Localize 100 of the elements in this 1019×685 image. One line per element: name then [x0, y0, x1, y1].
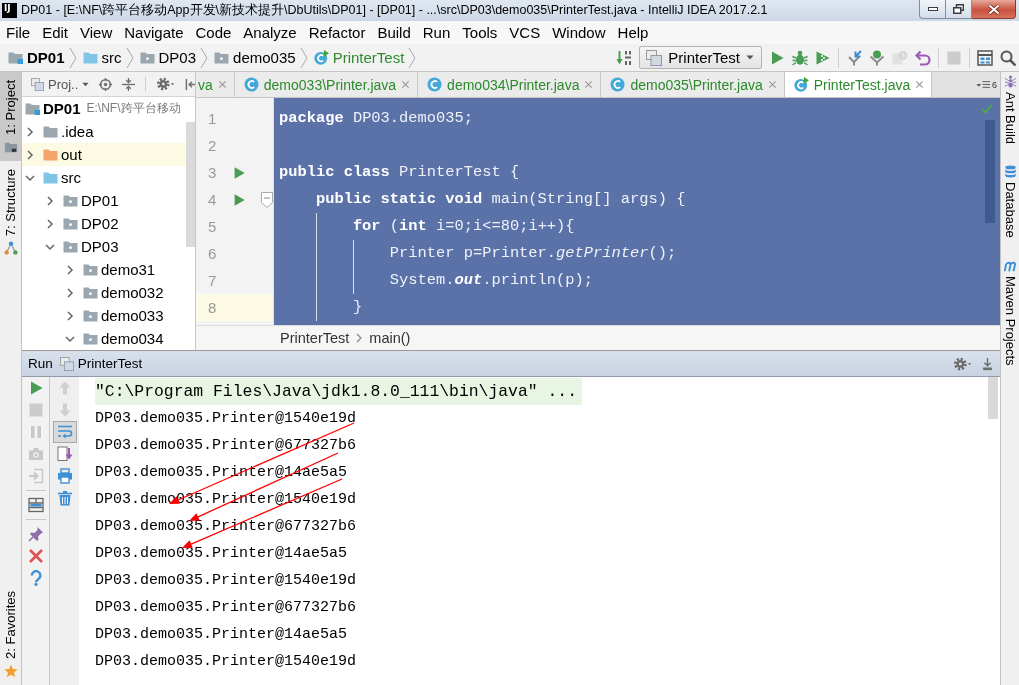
tree-item[interactable]: DP01 E:\NF\跨平台移动 [22, 97, 186, 120]
chevron-right-icon [408, 46, 417, 69]
close-icon[interactable] [915, 80, 925, 89]
menu-item[interactable]: Run [416, 24, 457, 41]
breadcrumb-item[interactable]: PrinterTest [313, 49, 405, 66]
scrollbar-thumb[interactable] [186, 122, 195, 247]
close-icon[interactable] [217, 80, 227, 89]
close-icon[interactable] [401, 80, 411, 89]
star-icon [3, 664, 18, 678]
package-folder-icon [83, 309, 98, 322]
restore-button[interactable] [946, 0, 972, 19]
menu-item[interactable]: Analyze [237, 24, 303, 41]
code-line: Printer p=Printer.getPrinter(); [389, 243, 677, 264]
tool-window-button[interactable]: 1: Project [0, 72, 21, 161]
play-icon[interactable] [769, 49, 785, 66]
menu-item[interactable]: Tools [456, 24, 504, 41]
menu-item[interactable]: Build [371, 24, 417, 41]
binary-arrow-icon[interactable] [616, 49, 633, 66]
breadcrumb-item[interactable]: PrinterTest [280, 330, 350, 346]
search-icon[interactable] [1000, 49, 1016, 66]
tool-window-button[interactable]: 7: Structure [0, 160, 21, 263]
branch-dot-icon[interactable] [869, 49, 885, 66]
close-icon[interactable] [767, 80, 777, 89]
chevron-right-icon[interactable] [65, 264, 75, 275]
tree-item[interactable]: src [22, 166, 186, 189]
bug-icon[interactable] [792, 49, 808, 66]
menu-item[interactable]: Navigate [118, 24, 190, 41]
editor-tab[interactable]: demo033\Printer.java [234, 72, 419, 97]
console-line: DP03.demo035.Printer@14ae5a5 [95, 544, 348, 564]
pin-icon[interactable] [27, 526, 44, 542]
checkered-play-icon[interactable] [815, 49, 831, 66]
breadcrumb-item[interactable]: DP01 [8, 49, 65, 66]
chevron-down-icon[interactable] [25, 172, 35, 183]
close-button[interactable] [972, 0, 1016, 19]
tool-window-button[interactable]: 2: Favorites [0, 583, 21, 685]
tool-window-button[interactable]: Ant Build [1000, 72, 1019, 163]
tree-item[interactable]: DP03 [22, 235, 186, 258]
menu-item[interactable]: File [0, 24, 37, 41]
help-icon[interactable] [29, 570, 42, 586]
tree-item[interactable]: DP01 [22, 189, 186, 212]
undo-icon[interactable] [915, 49, 931, 66]
menu-item[interactable]: VCS [503, 24, 547, 41]
chevron-down-icon[interactable] [45, 241, 55, 252]
menu-item[interactable]: Help [611, 24, 655, 41]
scrollbar-thumb[interactable] [988, 377, 998, 419]
ant-icon [1003, 75, 1017, 88]
menu-item[interactable]: Window [546, 24, 612, 41]
editor-tab[interactable]: PrinterTest.java [784, 72, 933, 97]
settings-icon[interactable] [953, 356, 972, 371]
chevron-right-icon[interactable] [45, 195, 55, 206]
settings-icon[interactable] [156, 77, 176, 91]
window-title: DP01 - [E:\NF\跨平台移动App开发\新技术提升\DbUtils\DP01] - [DP01] - ...\src\DP03\demo035\PrinterTest.java - IntelliJ IDEA 2017.2.1 [21, 2, 768, 19]
menu-item[interactable]: Code [189, 24, 238, 41]
breadcrumb-item[interactable]: src [82, 49, 122, 66]
menu-item[interactable]: Edit [36, 24, 75, 41]
menu-item[interactable]: Refactor [302, 24, 372, 41]
chevron-right-icon[interactable] [65, 310, 75, 321]
tool-window-button[interactable]: Maven Projects [1000, 255, 1019, 384]
layout-icon[interactable] [27, 497, 44, 513]
branch-arrow-icon[interactable] [846, 49, 862, 66]
fold-marker-icon[interactable] [261, 191, 273, 208]
menu-item[interactable]: View [74, 24, 119, 41]
minimize-button[interactable] [919, 0, 946, 19]
line-number: 3 [208, 164, 218, 181]
chevron-right-icon[interactable] [45, 218, 55, 229]
arrow-to-line-icon[interactable] [982, 356, 993, 371]
scrollbar-thumb[interactable] [985, 120, 995, 223]
chevron-right-icon[interactable] [25, 126, 35, 137]
breadcrumb-item[interactable]: demo035 [214, 49, 296, 66]
tree-item[interactable]: .idea [22, 120, 186, 143]
run-tab[interactable]: PrinterTest [59, 356, 143, 371]
collapse-arrows-icon[interactable] [122, 77, 136, 91]
close-icon[interactable] [27, 548, 44, 564]
editor-tab[interactable]: demo034\Printer.java [418, 72, 602, 97]
run-configuration-dropdown[interactable]: PrinterTest [639, 46, 762, 69]
editor-tab[interactable]: va [196, 72, 235, 97]
class-icon [610, 77, 626, 92]
tool-window-button[interactable]: Database [1000, 162, 1019, 256]
panel-title: Run [28, 356, 53, 371]
play-icon[interactable] [232, 165, 246, 180]
chevron-right-icon[interactable] [25, 149, 35, 160]
editor-tab[interactable]: demo035\Printer.java [601, 72, 785, 97]
tree-item[interactable]: demo032 [22, 281, 186, 304]
breadcrumb-item[interactable]: DP03 [139, 49, 197, 66]
tree-item[interactable]: demo31 [22, 258, 186, 281]
tab-list-button[interactable]: 6 [973, 72, 1000, 97]
crosshair-icon[interactable] [99, 77, 113, 91]
package-folder-icon [83, 332, 98, 345]
package-folder-icon [83, 286, 98, 299]
tree-item[interactable]: demo033 [22, 304, 186, 327]
view-dropdown[interactable]: Proj.. [31, 76, 90, 92]
grid-window-icon[interactable] [977, 49, 993, 66]
close-icon[interactable] [584, 80, 594, 89]
breadcrumb-item[interactable]: main() [369, 330, 411, 346]
tree-item[interactable]: DP02 [22, 212, 186, 235]
package-folder-icon [63, 217, 78, 230]
play-icon[interactable] [232, 192, 246, 207]
chevron-right-icon[interactable] [65, 287, 75, 298]
chevron-down-icon[interactable] [65, 333, 75, 344]
tree-item[interactable]: demo034 [22, 327, 186, 350]
